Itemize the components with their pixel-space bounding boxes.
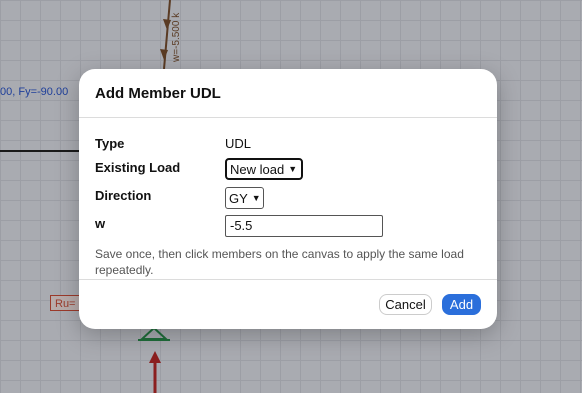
reaction-label: 00, Fy=-90.00 <box>0 86 69 98</box>
w-row: w -5.5 <box>95 214 481 240</box>
add-member-udl-dialog: Add Member UDL Type UDL Existing Load Ne… <box>79 69 497 329</box>
dialog-title: Add Member UDL <box>95 84 221 102</box>
ru-label: Ru= <box>50 295 82 311</box>
w-input[interactable]: -5.5 <box>225 215 383 237</box>
existing-load-label: Existing Load <box>95 160 181 175</box>
reaction-arrowhead <box>149 351 161 363</box>
type-label: Type <box>95 136 125 151</box>
chevron-down-icon: ▼ <box>288 164 298 174</box>
existing-load-select[interactable]: New load ▼ <box>225 158 303 180</box>
type-value: UDL <box>225 136 252 151</box>
chevron-down-icon: ▼ <box>251 193 261 203</box>
existing-load-row: Existing Load New load ▼ <box>95 158 481 184</box>
hint-text: Save once, then click members on the can… <box>95 247 464 277</box>
udl-label: w=-5.500 k <box>171 12 182 62</box>
udl-line <box>163 0 171 70</box>
udl-arrowhead <box>160 49 168 60</box>
direction-label: Direction <box>95 188 152 203</box>
dialog-footer: Cancel Add <box>79 279 497 329</box>
dialog-header: Add Member UDL <box>79 69 497 118</box>
udl-arrowhead <box>163 19 171 30</box>
w-label: w <box>95 216 106 231</box>
direction-select[interactable]: GY ▼ <box>225 187 264 209</box>
direction-value: GY <box>229 190 248 206</box>
add-button[interactable]: Add <box>442 294 481 315</box>
existing-load-value: New load <box>230 161 285 177</box>
pin-support-icon <box>139 326 169 340</box>
dialog-body: Type UDL Existing Load New load ▼ Direct… <box>79 118 497 277</box>
type-row: Type UDL <box>95 134 481 160</box>
cancel-button[interactable]: Cancel <box>379 294 432 315</box>
direction-row: Direction GY ▼ <box>95 186 481 212</box>
